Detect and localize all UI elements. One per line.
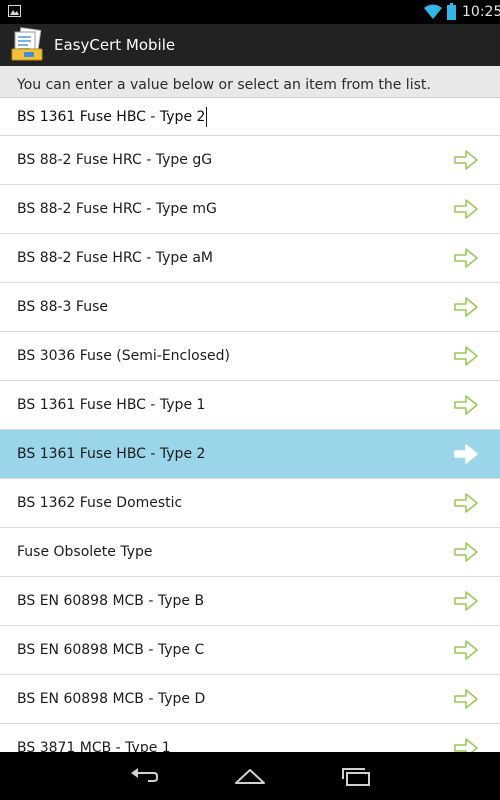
list-item[interactable]: Fuse Obsolete Type [0,528,500,577]
list-item[interactable]: BS EN 60898 MCB - Type C [0,626,500,675]
app-title: EasyCert Mobile [54,36,176,54]
screen: 10:25 EasyCert Mobile You can enter a va… [0,0,500,800]
list-item-label: BS 88-2 Fuse HRC - Type aM [17,250,213,266]
list-item-label: BS 88-2 Fuse HRC - Type mG [17,201,217,217]
arrow-right-icon[interactable] [453,197,479,221]
list-item-label: BS EN 60898 MCB - Type B [17,593,205,609]
list-item[interactable]: BS 3036 Fuse (Semi-Enclosed) [0,332,500,381]
battery-icon [447,3,456,20]
arrow-right-icon[interactable] [453,491,479,515]
arrow-right-icon[interactable] [453,344,479,368]
text-cursor [206,107,207,127]
list-item[interactable]: BS 88-2 Fuse HRC - Type mG [0,185,500,234]
fuse-type-list[interactable]: BS 88-2 Fuse HRC - Type gG BS 88-2 Fuse H… [0,136,500,752]
list-item-label: BS 3871 MCB - Type 1 [17,740,171,752]
wifi-icon [424,4,442,19]
arrow-right-icon[interactable] [453,638,479,662]
list-item-label: BS 1361 Fuse HBC - Type 1 [17,397,206,413]
image-notification-icon [8,5,21,17]
value-entry-container [0,98,500,136]
list-item-label: BS 88-2 Fuse HRC - Type gG [17,152,213,168]
list-item-label: BS 1362 Fuse Domestic [17,495,183,511]
arrow-right-icon[interactable] [453,687,479,711]
back-icon[interactable] [128,764,160,788]
list-item[interactable]: BS 88-2 Fuse HRC - Type aM [0,234,500,283]
list-item-label: BS 3036 Fuse (Semi-Enclosed) [17,348,230,364]
status-bar: 10:25 [0,0,500,24]
action-bar: EasyCert Mobile [0,24,500,66]
arrow-right-icon[interactable] [453,148,479,172]
status-clock: 10:25 [462,4,500,20]
list-item[interactable]: BS 88-2 Fuse HRC - Type gG [0,136,500,185]
arrow-right-icon[interactable] [453,442,479,466]
recent-apps-icon[interactable] [340,764,372,788]
list-item[interactable]: BS EN 60898 MCB - Type D [0,675,500,724]
list-item[interactable]: BS 88-3 Fuse [0,283,500,332]
arrow-right-icon[interactable] [453,295,479,319]
list-item-label: BS EN 60898 MCB - Type C [17,642,205,658]
instruction-text: You can enter a value below or select an… [17,77,431,93]
list-item-label: BS EN 60898 MCB - Type D [17,691,206,707]
list-item[interactable]: BS 1361 Fuse HBC - Type 1 [0,381,500,430]
list-item[interactable]: BS EN 60898 MCB - Type B [0,577,500,626]
arrow-right-icon[interactable] [453,540,479,564]
list-item[interactable]: BS 1361 Fuse HBC - Type 2 [0,430,500,479]
instruction-banner: You can enter a value below or select an… [0,66,500,98]
arrow-right-icon[interactable] [453,246,479,270]
list-item[interactable]: BS 1362 Fuse Domestic [0,479,500,528]
arrow-right-icon[interactable] [453,736,479,752]
system-navigation-bar [0,752,500,800]
list-item-label: BS 1361 Fuse HBC - Type 2 [17,446,206,462]
arrow-right-icon[interactable] [453,589,479,613]
list-item-label: Fuse Obsolete Type [17,544,153,560]
easycert-app-icon[interactable] [10,27,46,63]
value-input[interactable] [12,104,492,130]
list-item-label: BS 88-3 Fuse [17,299,108,315]
arrow-right-icon[interactable] [453,393,479,417]
home-icon[interactable] [234,764,266,788]
list-item[interactable]: BS 3871 MCB - Type 1 [0,724,500,752]
